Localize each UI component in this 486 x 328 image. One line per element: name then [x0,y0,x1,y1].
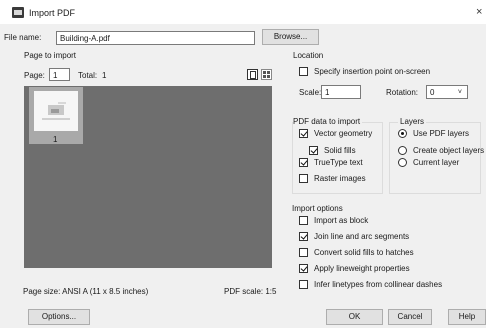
single-page-view-icon[interactable] [247,69,258,80]
truetype-text-checkbox[interactable] [299,158,308,167]
specify-insertion-point-label: Specify insertion point on-screen [314,67,431,76]
solid-fills-label: Solid fills [324,146,356,155]
use-pdf-layers-label: Use PDF layers [413,129,470,138]
rotation-value: 0 [430,88,435,97]
apply-lineweight-properties-option[interactable]: Apply lineweight properties [299,264,410,273]
page-number-input[interactable]: 1 [49,68,70,81]
help-button[interactable]: Help [448,309,486,325]
convert-solid-fills-to-hatches-option[interactable]: Convert solid fills to hatches [299,248,414,257]
file-name-field[interactable]: Building-A.pdf [56,31,255,45]
apply-lineweight-properties-label: Apply lineweight properties [314,264,410,273]
current-layer-option[interactable]: Current layer [398,158,459,167]
specify-insertion-point-option[interactable]: Specify insertion point on-screen [299,67,430,76]
current-layer-radio[interactable] [398,158,407,167]
create-object-layers-option[interactable]: Create object layers [398,146,484,155]
import-as-block-checkbox[interactable] [299,216,308,225]
convert-solid-fills-to-hatches-checkbox[interactable] [299,248,308,257]
page-thumbnail[interactable] [34,91,78,131]
pdf-data-group-title: PDF data to import [293,117,363,126]
location-group-title: Location [293,51,324,60]
page-to-import-group-title: Page to import [24,51,77,60]
chevron-down-icon: ˅ [457,89,462,96]
close-icon[interactable]: × [476,6,482,18]
rotation-label: Rotation: [386,88,419,97]
join-line-and-arc-segments-option[interactable]: Join line and arc segments [299,232,409,241]
scale-label: Scale: [299,88,322,97]
convert-solid-fills-to-hatches-label: Convert solid fills to hatches [314,248,414,257]
vector-geometry-checkbox[interactable] [299,129,308,138]
thumbnail-grid-view-icon[interactable] [261,69,272,80]
page-label: Page: [24,71,45,80]
join-line-and-arc-segments-label: Join line and arc segments [314,232,410,241]
import-as-block-label: Import as block [314,216,369,225]
layers-group-title: Layers [398,117,427,126]
total-value: 1 [102,71,107,80]
truetype-text-option[interactable]: TrueType text [299,158,363,167]
cancel-button[interactable]: Cancel [388,309,432,325]
infer-linetypes-from-collinear-dashes-checkbox[interactable] [299,280,308,289]
rotation-select[interactable]: 0 ˅ [426,85,468,99]
scale-input[interactable]: 1 [321,85,361,99]
file-name-label: File name: [4,33,42,42]
infer-linetypes-from-collinear-dashes-label: Infer linetypes from collinear dashes [314,280,443,289]
current-layer-label: Current layer [413,158,460,167]
create-object-layers-label: Create object layers [413,146,485,155]
create-object-layers-radio[interactable] [398,146,407,155]
raster-images-checkbox[interactable] [299,174,308,183]
infer-linetypes-from-collinear-dashes-option[interactable]: Infer linetypes from collinear dashes [299,280,442,289]
import-options-group-title: Import options [292,204,343,213]
solid-fills-option[interactable]: Solid fills [309,146,356,155]
pdf-scale-text: PDF scale: 1:5 [224,287,277,296]
import-as-block-option[interactable]: Import as block [299,216,368,225]
window-title: Import PDF [29,8,76,18]
use-pdf-layers-radio[interactable] [398,129,407,138]
ok-button[interactable]: OK [326,309,383,325]
drawing-preview-icon [42,102,70,120]
raster-images-option[interactable]: Raster images [299,174,366,183]
apply-lineweight-properties-checkbox[interactable] [299,264,308,273]
solid-fills-checkbox[interactable] [309,146,318,155]
thumbnail-page-number: 1 [53,135,58,144]
truetype-text-label: TrueType text [314,158,363,167]
specify-insertion-point-checkbox[interactable] [299,67,308,76]
use-pdf-layers-option[interactable]: Use PDF layers [398,129,469,138]
vector-geometry-option[interactable]: Vector geometry [299,129,372,138]
options-button[interactable]: Options... [28,309,90,325]
page-size-text: Page size: ANSI A (11 x 8.5 inches) [23,287,149,296]
join-line-and-arc-segments-checkbox[interactable] [299,232,308,241]
browse-button[interactable]: Browse... [262,29,319,45]
vector-geometry-label: Vector geometry [314,129,373,138]
total-label: Total: [78,71,98,80]
raster-images-label: Raster images [314,174,366,183]
import-pdf-app-icon [12,7,24,18]
